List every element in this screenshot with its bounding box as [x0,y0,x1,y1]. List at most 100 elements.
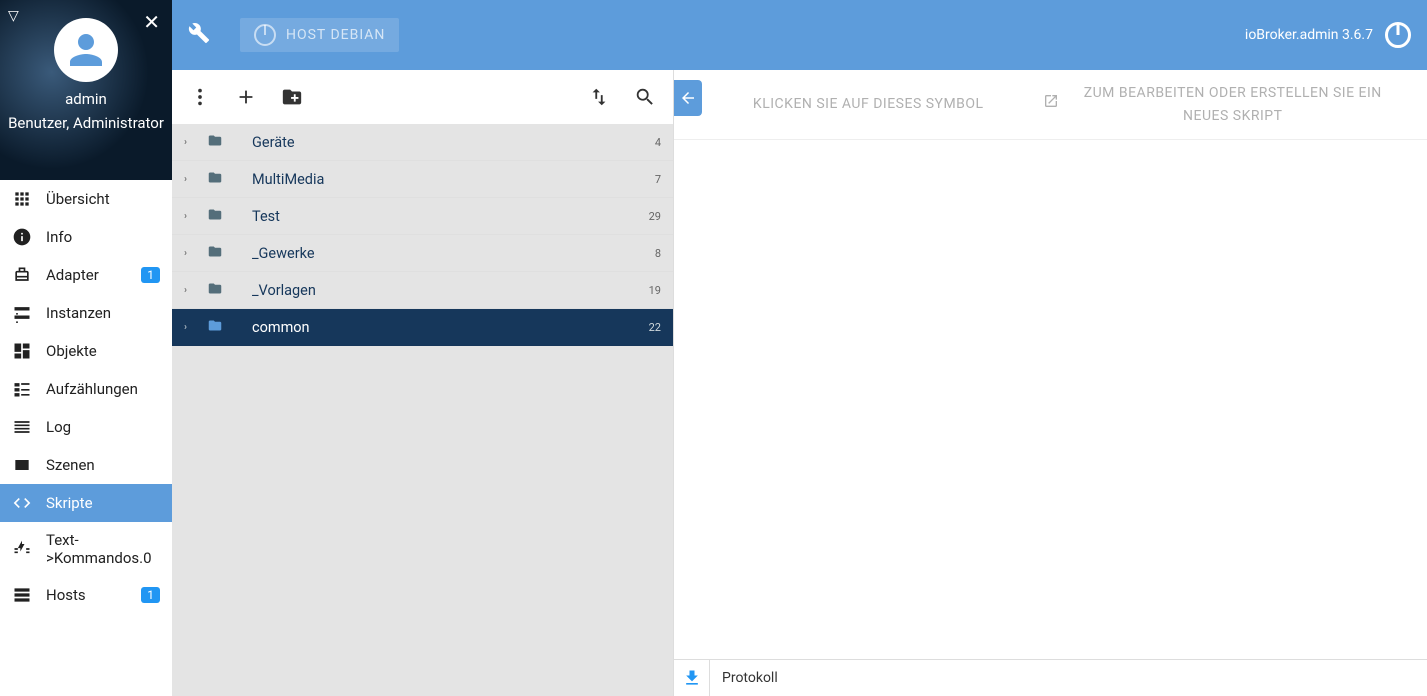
folder-icon [206,133,224,152]
dropdown-icon[interactable]: ▽ [8,8,19,24]
folder-icon [206,318,224,337]
more-icon[interactable] [186,83,214,111]
adapter-icon [12,265,32,285]
hint-part-2: ZUM BEARBEITEN ODER ERSTELLEN SIE EIN NE… [1079,82,1388,127]
sidebar-header: ▽ ✕ admin Benutzer, Administrator [0,0,172,180]
add-icon[interactable] [232,83,260,111]
text-icon [12,539,32,559]
scenes-icon [12,455,32,475]
nav-item-log[interactable]: Log [0,408,172,446]
version-label: ioBroker.admin 3.6.7 [1245,27,1373,43]
nav: Übersicht Info Adapter1 Instanzen Objekte Auf… [0,180,172,696]
code-icon [12,493,32,513]
folder-icon [206,207,224,226]
log-icon [12,417,32,437]
objects-icon [12,341,32,361]
editor-body [674,140,1427,659]
protokoll-bar: Protokoll [674,659,1427,696]
nav-item-szenen[interactable]: Szenen [0,446,172,484]
protokoll-label: Protokoll [710,670,778,686]
folder-name: _Vorlagen [252,282,649,299]
nav-item-skripte[interactable]: Skripte [0,484,172,522]
nav-item-text-kommandos-0[interactable]: Text->Kommandos.0 [0,522,172,576]
search-icon[interactable] [631,83,659,111]
nav-item-hosts[interactable]: Hosts 1 [0,576,172,614]
username: admin [0,90,172,108]
chevron-right-icon: › [184,322,196,333]
user-role: Benutzer, Administrator [0,114,172,134]
nav-item-adapter[interactable]: Adapter1 [0,256,172,294]
folder-name: common [252,319,649,336]
sort-icon[interactable] [585,83,613,111]
tree-row[interactable]: › _Gewerke8 [172,235,673,272]
hosts-icon [12,585,32,605]
host-chip[interactable]: HOST DEBIAN [240,18,399,52]
tree-row[interactable]: › _Vorlagen19 [172,272,673,309]
apps-icon [12,189,32,209]
nav-label: Hosts [46,586,86,604]
instances-icon [12,303,32,323]
nav-label: Aufzählungen [46,380,138,398]
tree-row[interactable]: › common22 [172,309,673,346]
nav-item-instanzen[interactable]: Instanzen [0,294,172,332]
folder-name: Geräte [252,134,655,151]
editor-header: KLICKEN SIE AUF DIESES SYMBOL ZUM BEARBE… [674,70,1427,140]
download-icon[interactable] [674,660,710,696]
nav-label: Info [46,228,72,246]
collapse-button[interactable] [674,80,702,116]
settings-icon[interactable] [188,22,210,48]
folder-name: Test [252,208,649,225]
tree-list: › Geräte4 › MultiMedia7 › Test29 › _Gewerke8 › _V… [172,124,673,696]
close-icon[interactable]: ✕ [143,10,160,34]
nav-label: Übersicht [46,190,110,208]
iobroker-logo-icon[interactable] [1385,22,1411,48]
nav-label: Objekte [46,342,97,360]
nav-label: Text->Kommandos.0 [46,531,160,567]
add-folder-icon[interactable] [278,83,306,111]
nav-label: Szenen [46,456,95,474]
folder-count: 8 [655,247,661,260]
chevron-right-icon: › [184,285,196,296]
open-in-new-icon [1043,93,1059,116]
chevron-right-icon: › [184,174,196,185]
nav-label: Instanzen [46,304,111,322]
tree-toolbar [172,70,673,124]
tree-row[interactable]: › Geräte4 [172,124,673,161]
enum-icon [12,379,32,399]
nav-badge: 1 [141,267,160,283]
sidebar: ▽ ✕ admin Benutzer, Administrator Übersi… [0,0,172,696]
chevron-right-icon: › [184,248,196,259]
folder-name: _Gewerke [252,245,655,262]
topbar: HOST DEBIAN ioBroker.admin 3.6.7 [172,0,1427,70]
nav-label: Log [46,418,71,436]
content: › Geräte4 › MultiMedia7 › Test29 › _Gewerke8 › _V… [172,70,1427,696]
tree-row[interactable]: › MultiMedia7 [172,161,673,198]
folder-icon [206,281,224,300]
folder-count: 19 [649,284,661,297]
main: HOST DEBIAN ioBroker.admin 3.6.7 [172,0,1427,696]
folder-count: 4 [655,136,661,149]
folder-count: 22 [649,321,661,334]
tree-row[interactable]: › Test29 [172,198,673,235]
info-icon [12,227,32,247]
folder-name: MultiMedia [252,171,655,188]
tree-panel: › Geräte4 › MultiMedia7 › Test29 › _Gewerke8 › _V… [172,70,674,696]
chevron-right-icon: › [184,211,196,222]
hint-text: KLICKEN SIE AUF DIESES SYMBOL ZUM BEARBE… [674,82,1427,127]
folder-count: 29 [649,210,661,223]
hint-part-1: KLICKEN SIE AUF DIESES SYMBOL [714,93,1023,115]
nav-item-info[interactable]: Info [0,218,172,256]
folder-icon [206,170,224,189]
avatar[interactable] [54,18,118,82]
folder-icon [206,244,224,263]
host-name: HOST DEBIAN [286,27,385,43]
nav-item-aufz-hlungen[interactable]: Aufzählungen [0,370,172,408]
nav-label: Skripte [46,494,93,512]
folder-count: 7 [655,173,661,186]
editor-panel: KLICKEN SIE AUF DIESES SYMBOL ZUM BEARBE… [674,70,1427,696]
nav-item-objekte[interactable]: Objekte [0,332,172,370]
nav-badge: 1 [141,587,160,603]
nav-item--bersicht[interactable]: Übersicht [0,180,172,218]
host-logo-icon [254,24,276,46]
chevron-right-icon: › [184,137,196,148]
